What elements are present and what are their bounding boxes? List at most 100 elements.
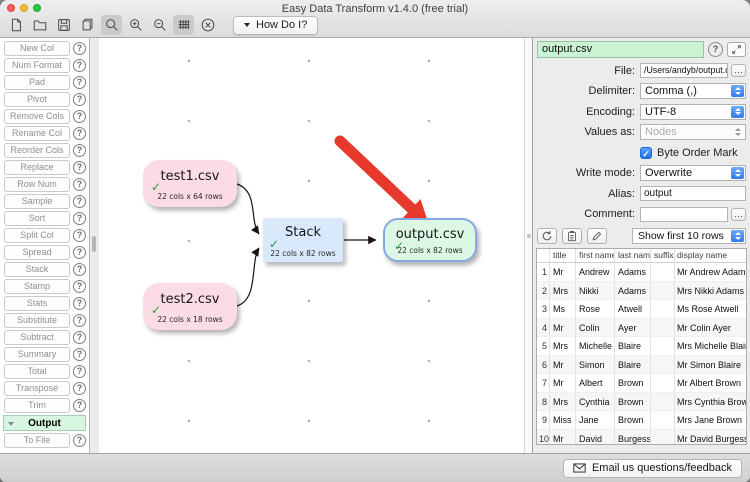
- table-cell: Andrew: [576, 263, 615, 281]
- delimiter-dropdown[interactable]: Comma (,): [640, 83, 746, 99]
- help-icon[interactable]: ?: [73, 144, 86, 157]
- sidebar-item-pivot[interactable]: Pivot: [4, 92, 70, 107]
- sidebar-item-pad[interactable]: Pad: [4, 75, 70, 90]
- show-rows-dropdown[interactable]: Show first 10 rows: [632, 228, 746, 244]
- how-do-i-button[interactable]: How Do I?: [233, 16, 318, 35]
- open-folder-icon[interactable]: [29, 15, 50, 35]
- zoom-window-button[interactable]: [33, 4, 41, 12]
- help-icon[interactable]: ?: [73, 365, 86, 378]
- table-row[interactable]: 6MrSimonBlaireMr Simon Blaire: [537, 356, 746, 375]
- help-icon[interactable]: ?: [73, 280, 86, 293]
- minimize-window-button[interactable]: [20, 4, 28, 12]
- table-cell: Ms Rose Atwell: [675, 300, 746, 318]
- workflow-canvas[interactable]: ✓ test1.csv 22 cols x 64 rows ✓ test2.cs…: [99, 38, 524, 453]
- sidebar-item-row-num[interactable]: Row Num: [4, 177, 70, 192]
- sidebar-item-remove-cols[interactable]: Remove Cols: [4, 109, 70, 124]
- help-icon[interactable]: ?: [73, 161, 86, 174]
- sidebar-item-replace[interactable]: Replace: [4, 160, 70, 175]
- sidebar-item-sort[interactable]: Sort: [4, 211, 70, 226]
- refresh-button[interactable]: [537, 228, 557, 244]
- node-output-csv-selected[interactable]: ✓ output.csv 22 cols x 82 rows: [383, 218, 477, 262]
- help-icon[interactable]: ?: [73, 76, 86, 89]
- sidebar-item-stack[interactable]: Stack: [4, 262, 70, 277]
- table-row[interactable]: 10MrDavidBurgessMr David Burgess: [537, 430, 746, 446]
- table-row[interactable]: 4MrColinAyerMr Colin Ayer: [537, 319, 746, 338]
- sidebar-item-stats[interactable]: Stats: [4, 296, 70, 311]
- delimiter-value: Comma (,): [645, 85, 697, 97]
- sidebar-scrollbar-thumb[interactable]: [92, 236, 96, 252]
- help-icon[interactable]: ?: [73, 399, 86, 412]
- close-window-button[interactable]: [7, 4, 15, 12]
- node-stack[interactable]: ✓ Stack 22 cols x 82 rows: [263, 218, 343, 262]
- close-icon[interactable]: [197, 15, 218, 35]
- help-icon[interactable]: ?: [73, 59, 86, 72]
- new-file-icon[interactable]: [5, 15, 26, 35]
- sidebar-item-spread[interactable]: Spread: [4, 245, 70, 260]
- copy-results-button[interactable]: [562, 228, 582, 244]
- sidebar-item-sample[interactable]: Sample: [4, 194, 70, 209]
- write-mode-dropdown[interactable]: Overwrite: [640, 165, 746, 181]
- node-name-field[interactable]: output.csv: [537, 41, 704, 58]
- stepper-icon: [731, 230, 744, 242]
- sidebar-item-subtract[interactable]: Subtract: [4, 330, 70, 345]
- help-icon[interactable]: ?: [73, 195, 86, 208]
- output-section-header[interactable]: Output: [3, 415, 86, 431]
- comment-field[interactable]: [640, 207, 728, 222]
- browse-file-button[interactable]: …: [731, 64, 746, 77]
- sidebar-item-trim[interactable]: Trim: [4, 398, 70, 413]
- help-icon[interactable]: ?: [73, 127, 86, 140]
- table-row[interactable]: 2MrsNikkiAdamsMrs Nikki Adams: [537, 282, 746, 301]
- sidebar-item-total[interactable]: Total: [4, 364, 70, 379]
- search-icon[interactable]: [101, 15, 122, 35]
- expand-panel-button[interactable]: [727, 42, 746, 57]
- canvas-scrollbar-thumb[interactable]: [527, 234, 531, 238]
- help-icon[interactable]: ?: [73, 42, 86, 55]
- help-icon[interactable]: ?: [73, 93, 86, 106]
- save-icon[interactable]: [53, 15, 74, 35]
- zoom-in-icon[interactable]: [125, 15, 146, 35]
- sidebar-item-transpose[interactable]: Transpose: [4, 381, 70, 396]
- sidebar-item-substitute[interactable]: Substitute: [4, 313, 70, 328]
- alias-field[interactable]: output: [640, 186, 746, 201]
- table-row[interactable]: 7MrAlbertBrownMr Albert Brown: [537, 374, 746, 393]
- help-icon[interactable]: ?: [73, 382, 86, 395]
- sidebar-item-num-format[interactable]: Num Format: [4, 58, 70, 73]
- email-feedback-button[interactable]: Email us questions/feedback: [563, 459, 742, 478]
- help-icon[interactable]: ?: [73, 331, 86, 344]
- sidebar-item-new-col[interactable]: New Col: [4, 41, 70, 56]
- sidebar-item-stamp[interactable]: Stamp: [4, 279, 70, 294]
- table-row[interactable]: 8MrsCynthiaBrownMrs Cynthia Brown: [537, 393, 746, 412]
- grid-icon[interactable]: [173, 15, 194, 35]
- comment-more-button[interactable]: …: [731, 208, 746, 221]
- help-icon[interactable]: ?: [73, 314, 86, 327]
- help-icon[interactable]: ?: [73, 263, 86, 276]
- sidebar-item-reorder-cols[interactable]: Reorder Cols: [4, 143, 70, 158]
- edit-button[interactable]: [587, 228, 607, 244]
- help-icon[interactable]: ?: [73, 212, 86, 225]
- help-icon[interactable]: ?: [73, 246, 86, 259]
- help-icon[interactable]: ?: [73, 110, 86, 123]
- byte-order-mark-checkbox[interactable]: ✓: [640, 147, 652, 159]
- help-icon[interactable]: ?: [73, 178, 86, 191]
- help-icon[interactable]: ?: [73, 297, 86, 310]
- sidebar-item-to-file[interactable]: To File: [4, 433, 70, 448]
- sidebar-item-summary[interactable]: Summary: [4, 347, 70, 362]
- sidebar-item-rename-col[interactable]: Rename Col: [4, 126, 70, 141]
- table-row[interactable]: 3MsRoseAtwellMs Rose Atwell: [537, 300, 746, 319]
- help-icon[interactable]: ?: [73, 229, 86, 242]
- file-path-field[interactable]: /Users/andyb/output.csv: [640, 63, 728, 78]
- encoding-dropdown[interactable]: UTF-8: [640, 104, 746, 120]
- table-row[interactable]: 5MrsMichelleBlaireMrs Michelle Blaire: [537, 337, 746, 356]
- node-test2-csv[interactable]: ✓ test2.csv 22 cols x 18 rows: [143, 283, 237, 330]
- values-as-value: Nodes: [645, 126, 677, 138]
- help-icon[interactable]: ?: [73, 434, 86, 447]
- table-row[interactable]: 1MrAndrewAdamsMr Andrew Adams: [537, 263, 746, 282]
- help-icon[interactable]: ?: [708, 42, 723, 57]
- node-test1-csv[interactable]: ✓ test1.csv 22 cols x 64 rows: [143, 160, 237, 207]
- table-row[interactable]: 9MissJaneBrownMrs Jane Brown: [537, 411, 746, 430]
- duplicate-icon[interactable]: [77, 15, 98, 35]
- table-cell: [651, 337, 675, 355]
- help-icon[interactable]: ?: [73, 348, 86, 361]
- sidebar-item-split-col[interactable]: Split Col: [4, 228, 70, 243]
- zoom-out-icon[interactable]: [149, 15, 170, 35]
